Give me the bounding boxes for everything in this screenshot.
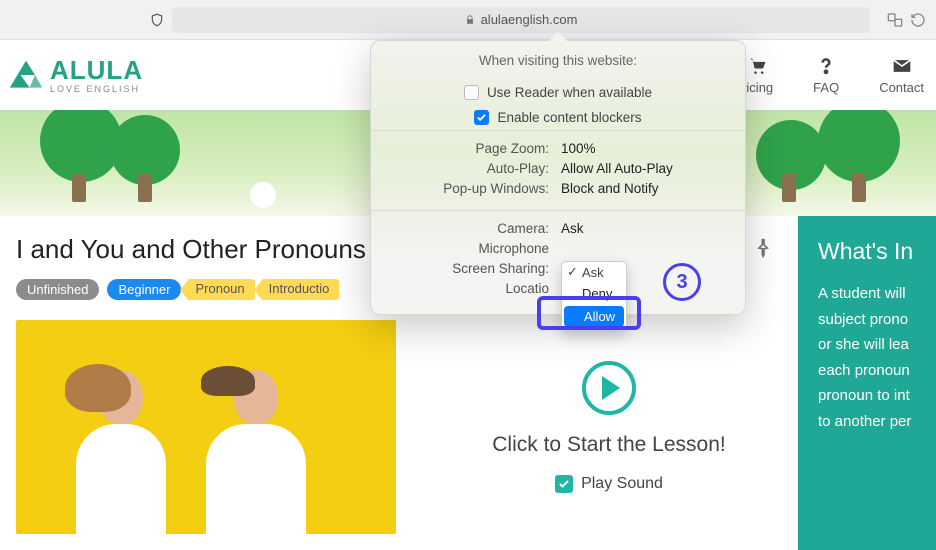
nav-pricing[interactable]: ricing xyxy=(742,56,773,95)
start-lesson-button[interactable] xyxy=(582,361,636,415)
site-settings-popover: When visiting this website: Use Reader w… xyxy=(370,40,746,315)
play-icon xyxy=(602,376,620,400)
popups-value[interactable]: Block and Notify xyxy=(561,181,727,196)
brand-name: ALULA xyxy=(50,57,143,83)
camera-label: Camera: xyxy=(389,221,549,236)
popover-header: When visiting this website: xyxy=(389,53,727,68)
checkbox-checked-icon xyxy=(474,110,489,125)
nav-faq-label: FAQ xyxy=(813,80,839,95)
microphone-label: Microphone xyxy=(389,241,549,256)
browser-toolbar: alulaenglish.com xyxy=(0,0,936,40)
dropdown-option-allow[interactable]: Allow xyxy=(564,306,624,327)
brand-logo[interactable]: ALULA LOVE ENGLISH xyxy=(8,57,143,94)
play-sound-label: Play Sound xyxy=(581,475,663,493)
autoplay-label: Auto-Play: xyxy=(389,161,549,176)
microphone-value[interactable] xyxy=(561,241,727,256)
refresh-icon[interactable] xyxy=(910,12,926,28)
content-blockers-row[interactable]: Enable content blockers xyxy=(371,105,745,130)
nav-faq[interactable]: FAQ xyxy=(813,56,839,95)
question-icon xyxy=(814,56,838,76)
url-text: alulaenglish.com xyxy=(481,12,578,27)
step-number-badge: 3 xyxy=(663,263,701,301)
checkbox-unchecked-icon xyxy=(464,85,479,100)
checkbox-checked-icon xyxy=(555,475,573,493)
translate-icon[interactable] xyxy=(886,12,904,28)
popups-label: Pop-up Windows: xyxy=(389,181,549,196)
toolbar-right-icons xyxy=(886,12,926,28)
tag-introduction[interactable]: Introductio xyxy=(263,279,340,300)
reader-row[interactable]: Use Reader when available xyxy=(371,80,745,105)
status-badge: Unfinished xyxy=(16,279,99,300)
tag-pronoun[interactable]: Pronoun xyxy=(189,279,254,300)
lesson-sidebar: What's In A student will subject prono o… xyxy=(798,216,936,550)
pin-icon[interactable] xyxy=(754,238,774,258)
cart-icon xyxy=(746,56,770,76)
content-blockers-label: Enable content blockers xyxy=(497,110,641,125)
lock-icon xyxy=(465,14,475,26)
permission-dropdown[interactable]: Ask Deny Allow xyxy=(561,261,627,330)
dropdown-option-deny[interactable]: Deny xyxy=(562,283,626,304)
dropdown-option-ask[interactable]: Ask xyxy=(562,262,626,283)
tracking-shield-icon[interactable] xyxy=(150,12,164,28)
address-bar[interactable]: alulaenglish.com xyxy=(172,7,870,33)
play-sound-toggle[interactable]: Play Sound xyxy=(555,475,663,493)
location-label: Locatio xyxy=(389,281,549,296)
nav-contact-label: Contact xyxy=(879,80,924,95)
page-zoom-label: Page Zoom: xyxy=(389,141,549,156)
lesson-image xyxy=(16,320,396,534)
sidebar-body: A student will subject prono or she will… xyxy=(818,281,918,434)
start-lesson-label: Click to Start the Lesson! xyxy=(492,433,725,457)
sidebar-title: What's In xyxy=(818,238,918,265)
page-zoom-value[interactable]: 100% xyxy=(561,141,727,156)
screenshare-label: Screen Sharing: xyxy=(389,261,549,276)
level-badge: Beginner xyxy=(107,279,181,300)
brand-tagline: LOVE ENGLISH xyxy=(50,85,143,94)
mail-icon xyxy=(890,56,914,76)
camera-value[interactable]: Ask xyxy=(561,221,727,236)
reader-label: Use Reader when available xyxy=(487,85,652,100)
nav-contact[interactable]: Contact xyxy=(879,56,924,95)
autoplay-value[interactable]: Allow All Auto-Play xyxy=(561,161,727,176)
logo-icon xyxy=(8,57,44,93)
nav-pricing-label: ricing xyxy=(742,80,773,95)
